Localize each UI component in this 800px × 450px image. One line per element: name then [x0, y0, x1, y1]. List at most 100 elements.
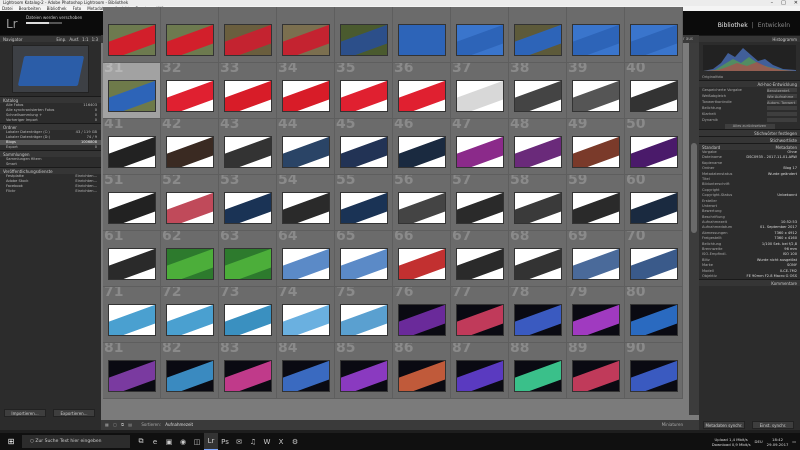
module-develop[interactable]: Entwickeln [758, 22, 790, 29]
thumbnail-image[interactable] [166, 360, 214, 392]
thumbnail-image[interactable] [572, 136, 620, 168]
catalog-header[interactable]: Katalog [0, 96, 101, 103]
thumbnail-cell[interactable]: 83 [219, 343, 277, 399]
sync-settings-button[interactable]: Einst. synchr. [752, 421, 794, 429]
thumbnail-cell[interactable]: 53 [219, 175, 277, 231]
thumbnail-cell[interactable] [567, 7, 625, 63]
qd-control[interactable]: Wie Aufnahme [767, 94, 797, 99]
thumbnail-image[interactable] [224, 248, 272, 280]
thumbnail-cell[interactable]: 61 [103, 231, 161, 287]
language-indicator[interactable]: DEU [755, 439, 763, 444]
thumbnail-image[interactable] [398, 248, 446, 280]
thumbnail-cell[interactable]: 76 [393, 287, 451, 343]
thumbnail-cell[interactable]: 36 [393, 63, 451, 119]
thumbnail-image[interactable] [108, 192, 156, 224]
thumbnail-cell[interactable]: 44 [277, 119, 335, 175]
histogram-header[interactable]: Histogramm [699, 35, 800, 42]
thumbnail-cell[interactable]: 50 [625, 119, 683, 175]
thumbnail-cell[interactable]: 34 [277, 63, 335, 119]
thumbnail-image[interactable] [282, 136, 330, 168]
thumbnail-image[interactable] [456, 360, 504, 392]
thumbnail-image[interactable] [108, 248, 156, 280]
thumbnail-image[interactable] [630, 136, 678, 168]
qd-control[interactable]: Autom. Tonwert [767, 100, 797, 105]
thumbnail-image[interactable] [514, 24, 562, 56]
thumbnail-image[interactable] [514, 360, 562, 392]
thumbnail-image[interactable] [282, 360, 330, 392]
photoshop-icon[interactable]: Ps [218, 433, 232, 450]
thumbnail-cell[interactable]: 45 [335, 119, 393, 175]
thumbnail-image[interactable] [456, 80, 504, 112]
zoom-1-3[interactable]: 1:3 [92, 36, 98, 42]
thumbnail-image[interactable] [166, 80, 214, 112]
notifications-icon[interactable]: ▭ [792, 439, 796, 444]
reset-all-button[interactable]: Alles zurücksetzen [724, 124, 775, 129]
thumbnail-image[interactable] [630, 24, 678, 56]
thumbnail-cell[interactable]: 59 [567, 175, 625, 231]
clock[interactable]: 18:42 29.09.2017 [767, 437, 789, 447]
thumbnail-cell[interactable]: 42 [161, 119, 219, 175]
thumbnail-cell[interactable] [219, 7, 277, 63]
thumbnail-image[interactable] [340, 304, 388, 336]
quick-develop-header[interactable]: Ad-hoc-Entwicklung [699, 80, 800, 87]
thumbnail-cell[interactable]: 70 [625, 231, 683, 287]
thumbnail-cell[interactable]: 62 [161, 231, 219, 287]
explorer-icon[interactable]: ▣ [162, 433, 176, 450]
thumbnail-image[interactable] [166, 248, 214, 280]
thumbnail-image[interactable] [108, 360, 156, 392]
grid-scrollbar[interactable] [689, 43, 699, 415]
thumbnail-image[interactable] [108, 304, 156, 336]
thumbnail-cell[interactable]: 68 [509, 231, 567, 287]
module-library[interactable]: Bibliothek [718, 22, 748, 29]
qd-control[interactable] [767, 112, 797, 116]
thumbnail-image[interactable] [282, 304, 330, 336]
export-button[interactable]: Exportieren... [53, 409, 95, 417]
thumbnail-cell[interactable]: 86 [393, 343, 451, 399]
grid-view-icon[interactable]: ▦ [101, 422, 109, 427]
thumbnail-cell[interactable]: 60 [625, 175, 683, 231]
thumbnail-cell[interactable] [451, 7, 509, 63]
thumbnail-image[interactable] [630, 304, 678, 336]
thumbnail-cell[interactable]: 72 [161, 287, 219, 343]
thumbnail-image[interactable] [398, 304, 446, 336]
word-icon[interactable]: W [260, 433, 274, 450]
thumbnail-image[interactable] [340, 192, 388, 224]
thumbnail-cell[interactable]: 80 [625, 287, 683, 343]
thumbnail-size-label[interactable]: Miniaturen [662, 420, 683, 430]
thumbnail-cell[interactable]: 74 [277, 287, 335, 343]
excel-icon[interactable]: X [274, 433, 288, 450]
thumbnail-image[interactable] [456, 248, 504, 280]
qd-control[interactable] [767, 106, 797, 110]
metadata-value[interactable]: Wurde geändert [768, 172, 797, 177]
thumbnail-cell[interactable] [335, 7, 393, 63]
thumbnail-cell[interactable] [509, 7, 567, 63]
thumbnail-cell[interactable]: 64 [277, 231, 335, 287]
thumbnail-image[interactable] [456, 192, 504, 224]
thumbnail-cell[interactable]: 46 [393, 119, 451, 175]
thumbnail-cell[interactable]: 35 [335, 63, 393, 119]
zoom-fill[interactable]: Ausf. [69, 36, 79, 42]
spotify-icon[interactable]: ♫ [246, 433, 260, 450]
sync-metadata-button[interactable]: Metadaten synchr. [703, 421, 745, 429]
thumbnail-image[interactable] [282, 192, 330, 224]
thumbnail-cell[interactable]: 90 [625, 343, 683, 399]
comments-header[interactable]: Kommentare [699, 279, 800, 287]
thumbnail-image[interactable] [572, 80, 620, 112]
thumbnail-cell[interactable]: 56 [393, 175, 451, 231]
publish-header[interactable]: Veröffentlichungsdienste [0, 167, 101, 174]
thumbnail-cell[interactable]: 69 [567, 231, 625, 287]
navigator-header[interactable]: Navigator Einp. Ausf. 1:1 1:3 [0, 35, 101, 42]
thumbnail-cell[interactable]: 48 [509, 119, 567, 175]
thumbnail-cell[interactable]: 38 [509, 63, 567, 119]
thumbnail-image[interactable] [572, 24, 620, 56]
thumbnail-cell[interactable]: 75 [335, 287, 393, 343]
thumbnail-image[interactable] [630, 360, 678, 392]
metadata-value[interactable]: Unbekannt [777, 193, 797, 198]
taskbar-search-input[interactable]: ○ Zur Suche Text hier eingeben [22, 435, 130, 448]
thumbnail-image[interactable] [282, 248, 330, 280]
store-icon[interactable]: ◫ [190, 433, 204, 450]
mail-icon[interactable]: ✉ [232, 433, 246, 450]
thumbnail-image[interactable] [398, 192, 446, 224]
thumbnail-image[interactable] [166, 136, 214, 168]
chrome-icon[interactable]: ◉ [176, 433, 190, 450]
